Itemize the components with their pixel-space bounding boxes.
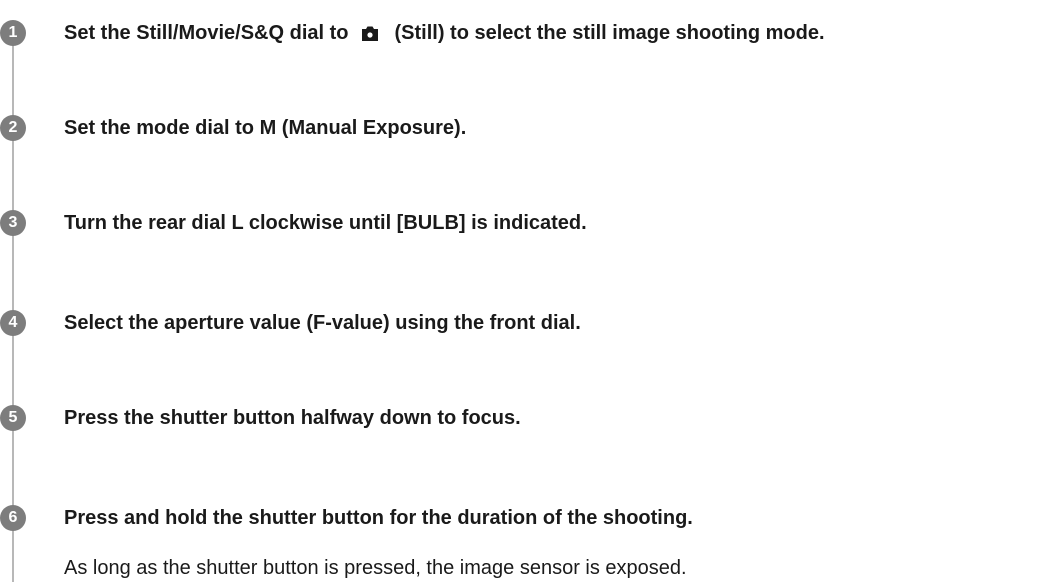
step-number-badge: 3 <box>0 210 26 236</box>
step-instruction: Press the shutter button halfway down to… <box>64 407 521 429</box>
step-instruction: Press and hold the shutter button for th… <box>64 507 693 529</box>
step-text-after-icon: (Still) to select the still image shooti… <box>394 22 825 44</box>
step-instruction: Set the mode dial to M (Manual Exposure)… <box>64 117 467 139</box>
step-instruction: Turn the rear dial L clockwise until [BU… <box>64 212 587 234</box>
step-note: As long as the shutter button is pressed… <box>64 557 687 579</box>
step-number-badge: 5 <box>0 405 26 431</box>
step-number-badge: 1 <box>0 20 26 46</box>
step-list: 1 Set the Still/Movie/S&Q dial to (Still)… <box>0 0 1050 582</box>
step-number-badge: 6 <box>0 505 26 531</box>
step-instruction: Set the Still/Movie/S&Q dial to (Still) t… <box>64 20 825 46</box>
step-instruction: Select the aperture value (F-value) usin… <box>64 312 581 334</box>
step-number-badge: 4 <box>0 310 26 336</box>
step-number-badge: 2 <box>0 115 26 141</box>
step-text-before-icon: Set the Still/Movie/S&Q dial to <box>64 22 349 44</box>
camera-icon <box>360 23 380 50</box>
